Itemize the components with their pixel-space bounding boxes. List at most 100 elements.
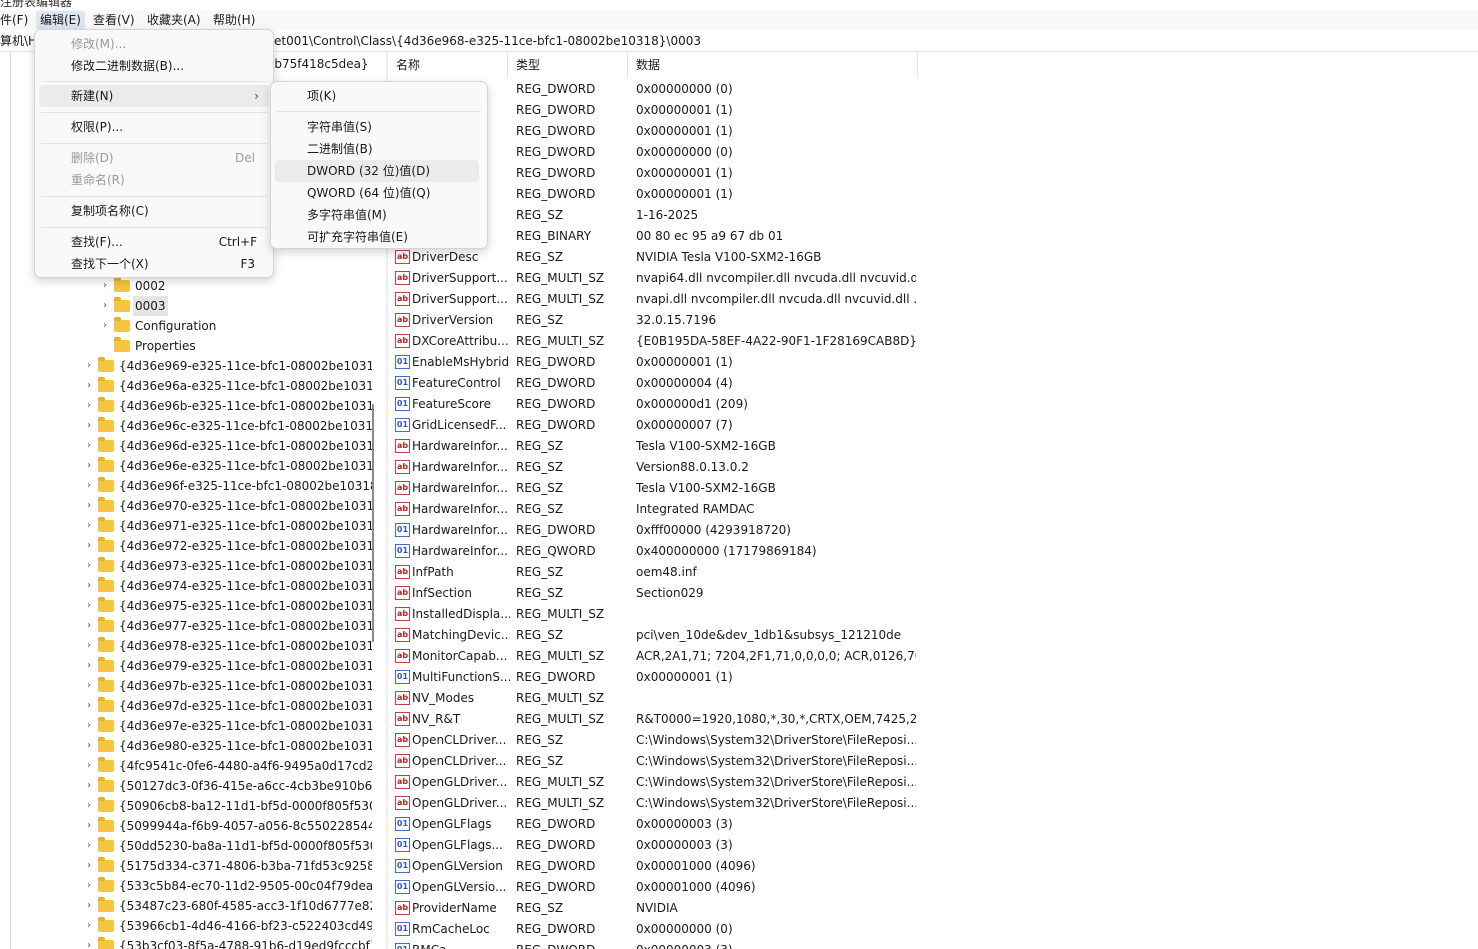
chevron-right-icon[interactable]: › (84, 496, 94, 516)
menu-item-modify-binary[interactable]: 修改二进制数据(B)... (39, 55, 269, 77)
tree-row[interactable]: Properties (0, 336, 372, 356)
tree-row[interactable]: › {4fc9541c-0fe6-4480-a4f6-9495a0d17cd2} (0, 756, 372, 776)
value-row[interactable]: ab NV_R&T REG_MULTI_SZ R&T0000=1920,1080,*,… (388, 709, 928, 730)
chevron-right-icon[interactable]: › (84, 776, 94, 796)
menu-file[interactable]: 件(F) (0, 11, 32, 29)
chevron-right-icon[interactable]: › (84, 716, 94, 736)
value-row[interactable]: ab DriverSupport... REG_MULTI_SZ nvapi64.dl… (388, 268, 928, 289)
value-row[interactable]: ab DriverVersion REG_SZ 32.0.15.7196 (388, 310, 928, 331)
chevron-right-icon[interactable]: › (84, 696, 94, 716)
tree-row[interactable]: › {53487c23-680f-4585-acc3-1f10d6777e82} (0, 896, 372, 916)
tree-row[interactable]: › {533c5b84-ec70-11d2-9505-00c04f79deaf} (0, 876, 372, 896)
tree-row[interactable]: › {4d36e978-e325-11ce-bfc1-08002be10318 (0, 636, 372, 656)
value-row[interactable]: ab OpenGLDriver... REG_MULTI_SZ C:\Windows\… (388, 793, 928, 814)
tree-row[interactable]: › {4d36e980-e325-11ce-bfc1-08002be10318 (0, 736, 372, 756)
chevron-right-icon[interactable]: › (84, 536, 94, 556)
submenu-item-qword[interactable]: QWORD (64 位)值(Q) (275, 182, 479, 204)
value-row[interactable]: ab OpenCLDriver... REG_SZ C:\Windows\System… (388, 730, 928, 751)
value-row[interactable]: ab OpenCLDriver... REG_SZ C:\Windows\System… (388, 751, 928, 772)
chevron-right-icon[interactable]: › (84, 876, 94, 896)
value-row[interactable]: 01 FeatureScore REG_DWORD 0x000000d1 (209) (388, 394, 928, 415)
chevron-right-icon[interactable]: › (84, 796, 94, 816)
chevron-right-icon[interactable]: › (100, 296, 110, 316)
tree-row[interactable]: › {4d36e97b-e325-11ce-bfc1-08002be10318 (0, 676, 372, 696)
menu-item-new[interactable]: 新建(N) › (39, 85, 269, 107)
value-row[interactable]: 01 RmCacheLoc REG_DWORD 0x00000000 (0) (388, 919, 928, 940)
chevron-right-icon[interactable]: › (84, 756, 94, 776)
chevron-right-icon[interactable]: › (84, 516, 94, 536)
menu-item-copy-key-name[interactable]: 复制项名称(C) (39, 200, 269, 222)
chevron-right-icon[interactable]: › (84, 556, 94, 576)
chevron-right-icon[interactable]: › (84, 396, 94, 416)
menu-item-delete[interactable]: 删除(D) Del (39, 147, 269, 169)
submenu-item-dword[interactable]: DWORD (32 位)值(D) (275, 160, 479, 182)
menu-favorites[interactable]: 收藏夹(A) (143, 11, 205, 29)
menu-item-rename[interactable]: 重命名(R) (39, 169, 269, 191)
submenu-item-multi-string[interactable]: 多字符串值(M) (275, 204, 479, 226)
tree-row[interactable]: › {5099944a-f6b9-4057-a056-8c550228544c} (0, 816, 372, 836)
submenu-item-string[interactable]: 字符串值(S) (275, 116, 479, 138)
tree-row[interactable]: › {4d36e975-e325-11ce-bfc1-08002be10318 (0, 596, 372, 616)
tree-row[interactable]: › 0003 (0, 296, 372, 316)
tree-row[interactable]: › {4d36e96c-e325-11ce-bfc1-08002be10318 (0, 416, 372, 436)
value-row[interactable]: 01 OpenGLFlags REG_DWORD 0x00000003 (3) (388, 814, 928, 835)
tree-row[interactable]: › {50127dc3-0f36-415e-a6cc-4cb3be910b65 (0, 776, 372, 796)
tree-row[interactable]: › {53b3cf03-8f5a-4788-91b6-d19ed9fcccbf} (0, 936, 372, 949)
menu-view[interactable]: 查看(V) (89, 11, 139, 29)
chevron-right-icon[interactable]: › (84, 856, 94, 876)
value-row[interactable]: 01 OpenGLFlags... REG_DWORD 0x00000003 (3) (388, 835, 928, 856)
tree-row[interactable]: › {4d36e97d-e325-11ce-bfc1-08002be10318 (0, 696, 372, 716)
tree-row[interactable]: › {4d36e979-e325-11ce-bfc1-08002be10318 (0, 656, 372, 676)
menu-item-find-next[interactable]: 查找下一个(X) F3 (39, 253, 269, 275)
tree-row[interactable]: › 0002 (0, 276, 372, 296)
tree-row[interactable]: › {4d36e97e-e325-11ce-bfc1-08002be10318 (0, 716, 372, 736)
submenu-item-expand-string[interactable]: 可扩充字符串值(E) (275, 226, 479, 248)
tree-row[interactable]: › Configuration (0, 316, 372, 336)
chevron-right-icon[interactable]: › (84, 656, 94, 676)
chevron-right-icon[interactable]: › (84, 436, 94, 456)
value-row[interactable]: ab MonitorCapab... REG_MULTI_SZ ACR,2A1,71;… (388, 646, 928, 667)
tree-row[interactable]: › {4d36e970-e325-11ce-bfc1-08002be10318 (0, 496, 372, 516)
value-row[interactable]: 01 EnableMsHybrid REG_DWORD 0x00000001 (1) (388, 352, 928, 373)
chevron-right-icon[interactable]: › (84, 456, 94, 476)
chevron-right-icon[interactable]: › (100, 316, 110, 336)
value-row[interactable]: ab DriverDesc REG_SZ NVIDIA Tesla V100-SXM2… (388, 247, 928, 268)
value-row[interactable]: ab HardwareInfor... REG_SZ Tesla V100-SXM2-… (388, 436, 928, 457)
value-row[interactable]: 01 FeatureControl REG_DWORD 0x00000004 (4) (388, 373, 928, 394)
tree-row[interactable]: › {5175d334-c371-4806-b3ba-71fd53c9258d (0, 856, 372, 876)
value-row[interactable]: 01 HardwareInfor... REG_DWORD 0xfff00000 (4… (388, 520, 928, 541)
column-type-header[interactable]: 类型 (508, 52, 628, 78)
chevron-right-icon[interactable]: › (84, 936, 94, 949)
value-row[interactable]: ab NV_Modes REG_MULTI_SZ (388, 688, 928, 709)
tree-row[interactable]: › {4d36e974-e325-11ce-bfc1-08002be10318 (0, 576, 372, 596)
chevron-right-icon[interactable]: › (84, 476, 94, 496)
value-row[interactable]: 01 OpenGLVersio... REG_DWORD 0x00001000 (40… (388, 877, 928, 898)
value-row[interactable]: ab HardwareInfor... REG_SZ Tesla V100-SXM2-… (388, 478, 928, 499)
tree-row[interactable]: › {4d36e96e-e325-11ce-bfc1-08002be10318 (0, 456, 372, 476)
value-row[interactable]: ab DXCoreAttribu... REG_MULTI_SZ {E0B195DA-… (388, 331, 928, 352)
tree-row[interactable]: › {4d36e973-e325-11ce-bfc1-08002be10318 (0, 556, 372, 576)
chevron-right-icon[interactable]: › (84, 616, 94, 636)
chevron-right-icon[interactable]: › (100, 276, 110, 296)
tree-row[interactable]: › {4d36e96f-e325-11ce-bfc1-08002be10318} (0, 476, 372, 496)
value-row[interactable]: 01 OpenGLVersion REG_DWORD 0x00001000 (4096… (388, 856, 928, 877)
value-row[interactable]: ab HardwareInfor... REG_SZ Integrated RAMDA… (388, 499, 928, 520)
tree-row[interactable]: › {4d36e96b-e325-11ce-bfc1-08002be10318 (0, 396, 372, 416)
chevron-right-icon[interactable]: › (84, 596, 94, 616)
menu-item-find[interactable]: 查找(F)... Ctrl+F (39, 231, 269, 253)
value-row[interactable]: ab InfPath REG_SZ oem48.inf (388, 562, 928, 583)
tree-row[interactable]: › {50dd5230-ba8a-11d1-bf5d-0000f805f530 (0, 836, 372, 856)
chevron-right-icon[interactable]: › (84, 836, 94, 856)
chevron-right-icon[interactable]: › (84, 736, 94, 756)
tree-row[interactable]: › {4d36e969-e325-11ce-bfc1-08002be10318 (0, 356, 372, 376)
tree-row[interactable]: › {4d36e96a-e325-11ce-bfc1-08002be10318 (0, 376, 372, 396)
menu-item-permissions[interactable]: 权限(P)... (39, 116, 269, 138)
tree-row[interactable]: › {4d36e972-e325-11ce-bfc1-08002be10318 (0, 536, 372, 556)
value-row[interactable]: 01 HardwareInfor... REG_QWORD 0x400000000 (… (388, 541, 928, 562)
chevron-right-icon[interactable]: › (84, 916, 94, 936)
value-row[interactable]: 01 GridLicensedF... REG_DWORD 0x00000007 (7… (388, 415, 928, 436)
submenu-item-key[interactable]: 项(K) (275, 85, 479, 107)
tree-row[interactable]: › {50906cb8-ba12-11d1-bf5d-0000f805f530} (0, 796, 372, 816)
value-row[interactable]: 01RMCa... REG_DWORD 0x00000003 (3) (388, 940, 928, 949)
value-row[interactable]: 01 MultiFunctionS... REG_DWORD 0x00000001 (… (388, 667, 928, 688)
